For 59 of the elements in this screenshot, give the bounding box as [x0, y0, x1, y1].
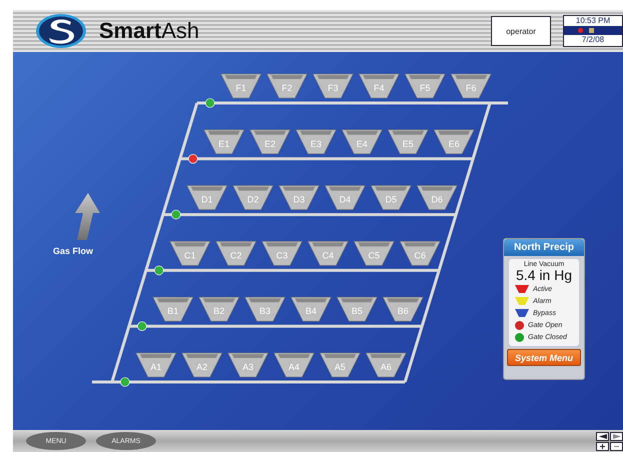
hopper[interactable]: D6 — [416, 185, 458, 210]
hopper[interactable]: C2 — [216, 241, 256, 266]
hopper[interactable]: A5 — [320, 352, 360, 378]
hopper[interactable]: D3 — [278, 185, 320, 210]
hopper[interactable]: B2 — [198, 296, 240, 322]
hopper-icon — [515, 309, 529, 317]
hopper[interactable]: B3 — [244, 296, 286, 322]
reading-value: 5.4 in Hg — [516, 268, 572, 283]
user-name: operator — [491, 16, 551, 46]
hopper[interactable]: C1 — [170, 241, 210, 266]
plus-icon — [600, 444, 605, 448]
hopper[interactable]: D4 — [324, 185, 366, 210]
hopper[interactable]: F1 — [220, 74, 262, 98]
hopper[interactable]: E1 — [204, 130, 244, 154]
hopper[interactable]: D1 — [186, 185, 228, 210]
hopper[interactable]: A2 — [182, 352, 222, 378]
forward-button[interactable] — [610, 432, 623, 440]
hopper[interactable]: E4 — [342, 130, 382, 154]
hopper[interactable]: C3 — [262, 241, 302, 266]
hopper[interactable]: A4 — [274, 352, 314, 378]
hopper-icon — [515, 285, 529, 293]
status-icon — [589, 28, 594, 33]
hopper-icon — [515, 297, 529, 305]
hopper[interactable]: F2 — [266, 74, 308, 98]
zoom-in-button[interactable] — [596, 442, 609, 450]
hopper[interactable]: C4 — [308, 241, 348, 266]
hopper[interactable]: F6 — [450, 74, 492, 98]
system-menu-button[interactable]: System Menu — [507, 349, 581, 366]
hopper[interactable]: A3 — [228, 352, 268, 378]
hopper[interactable]: F4 — [358, 74, 400, 98]
hopper[interactable]: B4 — [290, 296, 332, 322]
back-button[interactable] — [596, 432, 609, 440]
logo-icon — [35, 13, 87, 49]
panel-title: North Precip — [504, 239, 584, 256]
hopper[interactable]: D5 — [370, 185, 412, 210]
hopper[interactable]: E3 — [296, 130, 336, 154]
hopper[interactable]: E6 — [434, 130, 474, 154]
hopper[interactable]: E2 — [250, 130, 290, 154]
hopper[interactable]: C6 — [400, 241, 440, 266]
alert-icon — [578, 28, 583, 33]
right-arrow-icon — [612, 434, 620, 438]
hopper[interactable]: C5 — [354, 241, 394, 266]
hopper[interactable]: A6 — [366, 352, 406, 378]
clock-date: 7/2/08 — [580, 35, 606, 45]
flow-label: Gas Flow — [53, 246, 94, 256]
hopper[interactable]: B5 — [336, 296, 378, 322]
hopper[interactable]: B6 — [382, 296, 424, 322]
left-arrow-icon — [598, 434, 606, 438]
zoom-out-button[interactable] — [610, 442, 623, 450]
hopper[interactable]: D2 — [232, 185, 274, 210]
flow-arrow-icon — [75, 193, 100, 240]
hopper[interactable]: B1 — [152, 296, 194, 322]
brand-name: SmartAsh — [99, 18, 200, 44]
hopper[interactable]: E5 — [388, 130, 428, 154]
minus-icon — [614, 444, 619, 448]
hopper[interactable]: F5 — [404, 74, 446, 98]
hopper[interactable]: F3 — [312, 74, 354, 98]
clock-time: 10:53 PM — [574, 16, 612, 26]
hopper[interactable]: A1 — [136, 352, 176, 378]
